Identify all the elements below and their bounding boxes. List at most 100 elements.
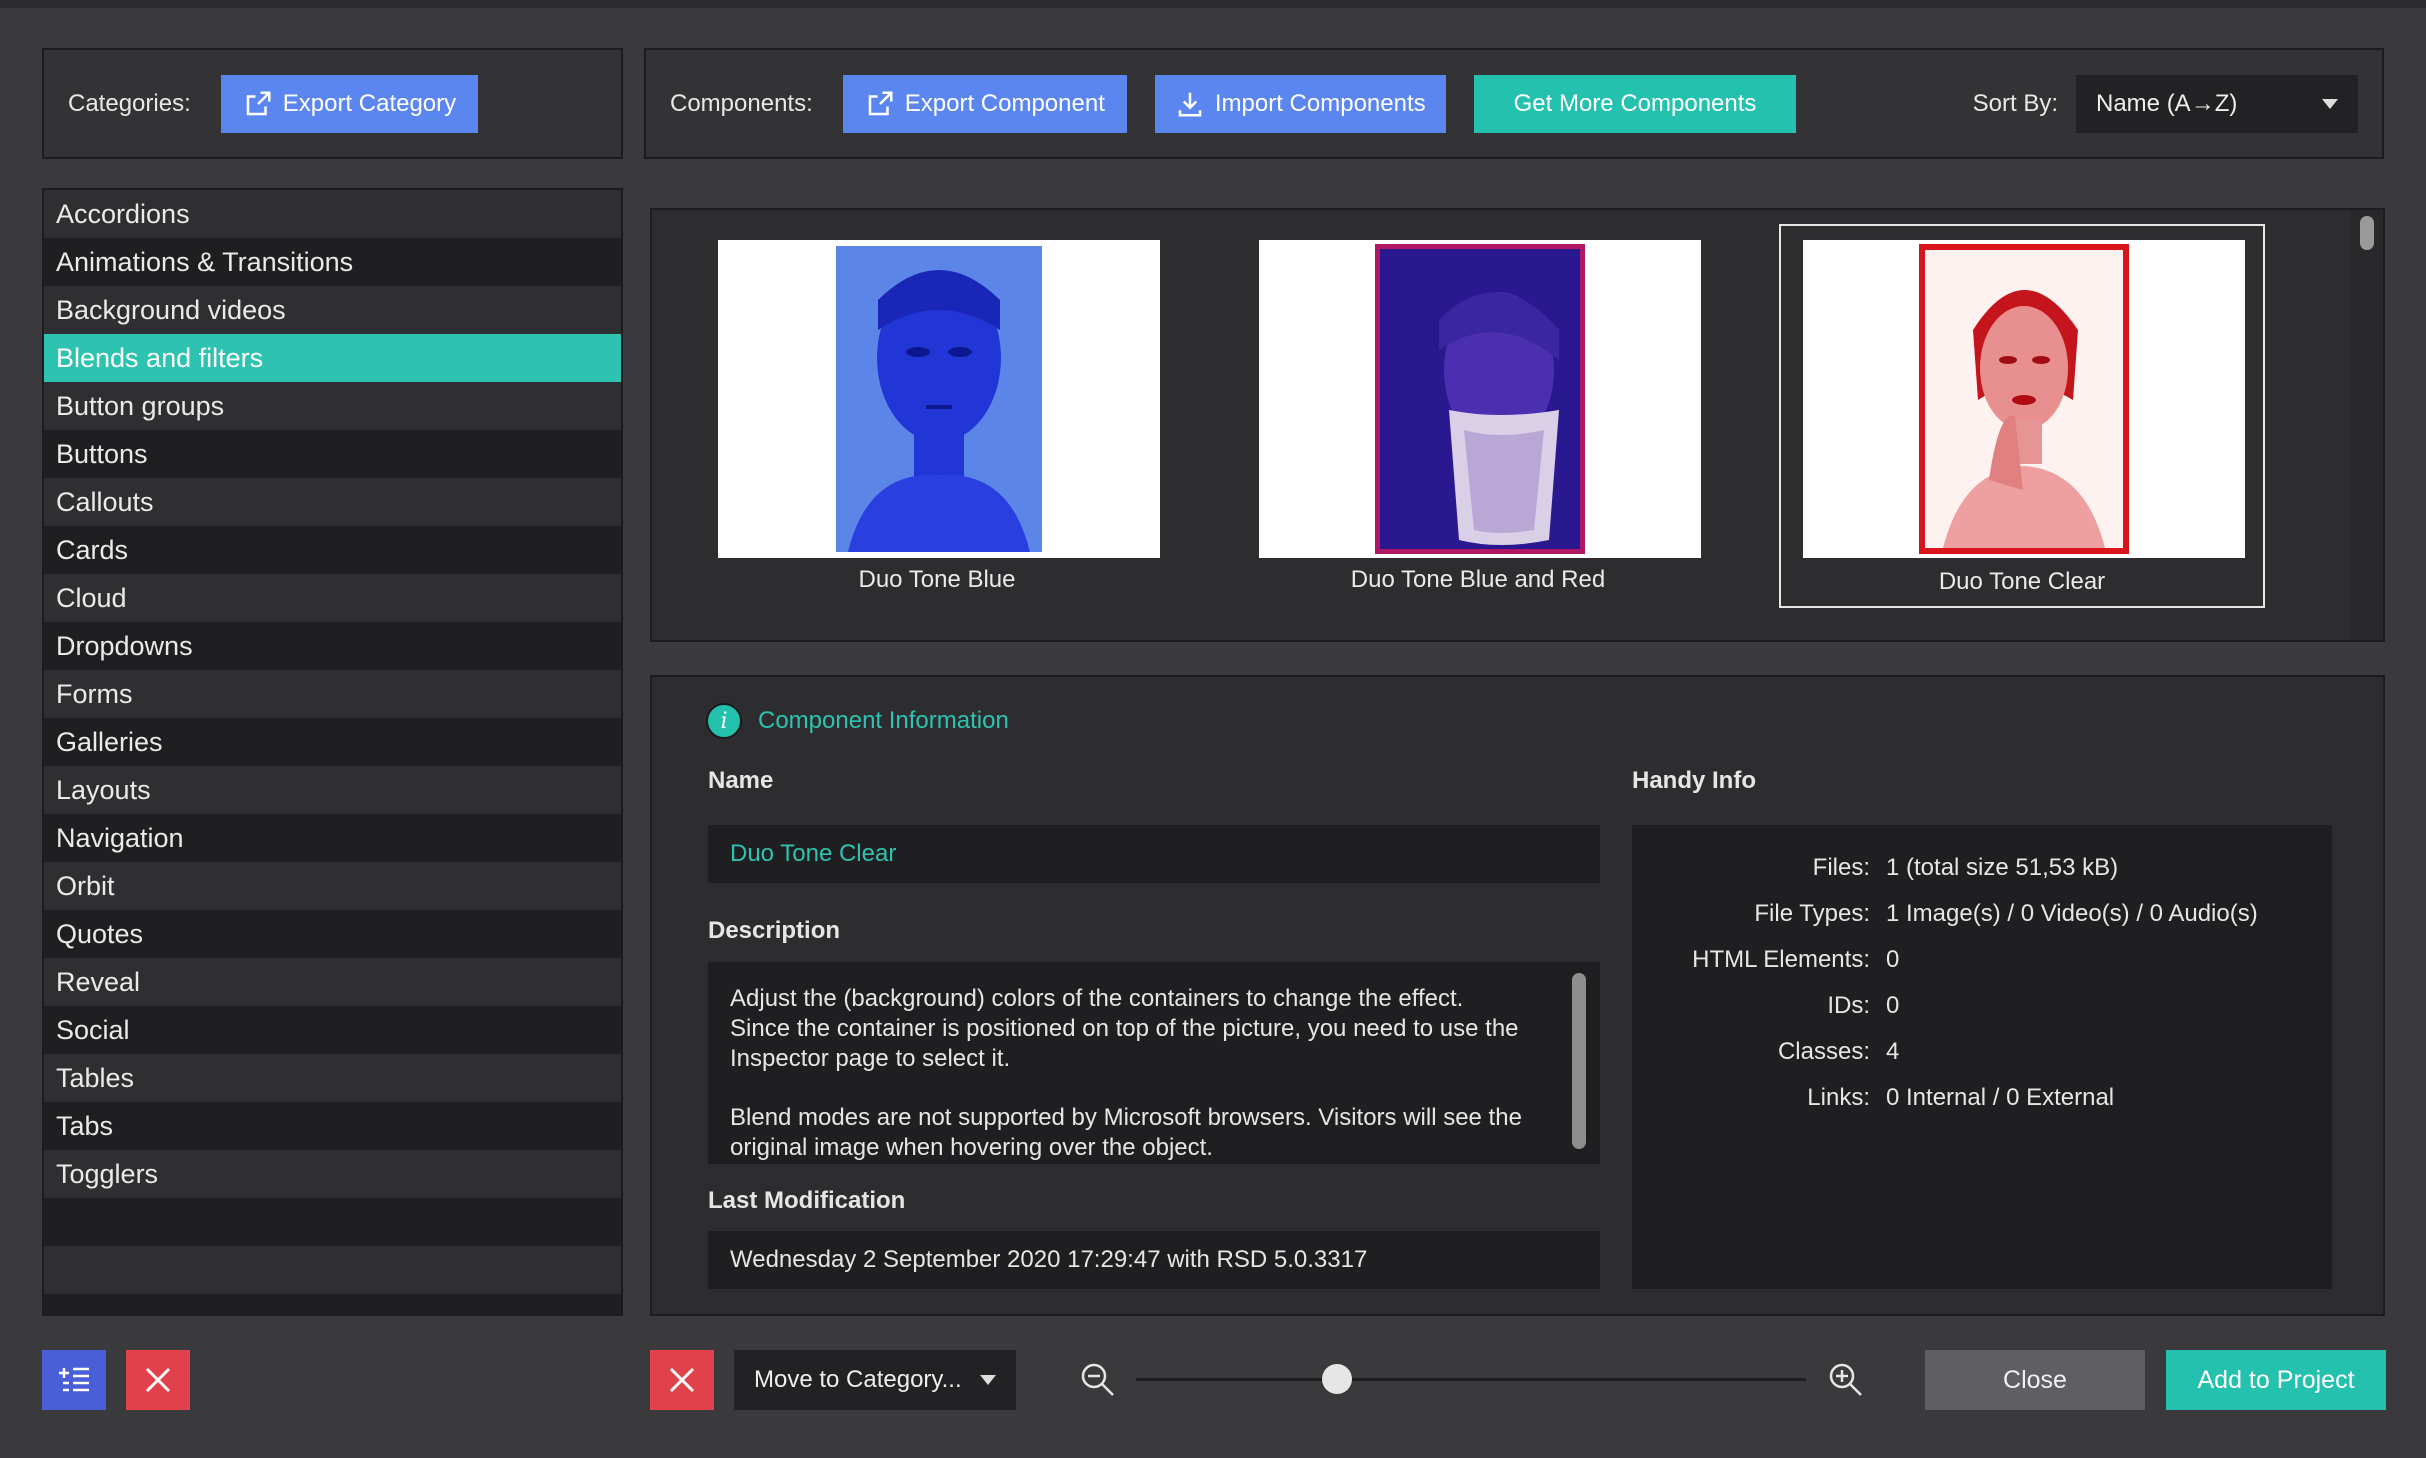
close-icon [145,1367,171,1393]
name-field[interactable]: Duo Tone Clear [708,825,1600,883]
sort-by-label: Sort By: [1972,89,2058,117]
window-top-edge [0,0,2426,8]
handy-value: 0 Internal / 0 External [1886,1084,2115,1111]
handy-key: Classes: [1777,1038,1870,1065]
component-thumbnail [1259,240,1701,558]
category-item[interactable]: Button groups [44,382,621,430]
component-label: Duo Tone Clear [1938,568,2106,595]
export-category-label: Export Category [282,89,457,117]
component-card[interactable]: Duo Tone Blue and Red [1235,224,1721,608]
handy-row-links: Links: 0 Internal / 0 External [1632,1075,2332,1121]
component-information-title: Component Information [758,707,1009,734]
category-empty-row [44,1198,621,1246]
category-item[interactable]: Tables [44,1054,621,1102]
import-components-button[interactable]: Import Components [1154,74,1446,133]
category-item[interactable]: Layouts [44,766,621,814]
category-item[interactable]: Cloud [44,574,621,622]
add-to-project-button[interactable]: Add to Project [2166,1350,2386,1410]
handy-row-html-elements: HTML Elements: 0 [1632,937,2332,983]
external-link-icon [868,91,893,115]
handy-info-box: Files: 1 (total size 51,53 kB) File Type… [1632,825,2332,1289]
blue-red-duotone-portrait-image [1259,240,1701,558]
close-button[interactable]: Close [1925,1350,2145,1410]
component-thumbnail [718,240,1160,558]
delete-category-button[interactable] [126,1350,190,1410]
get-more-components-button[interactable]: Get More Components [1473,74,1797,133]
component-information-panel: i Component Information Name Duo Tone Cl… [650,675,2385,1316]
handy-row-files: Files: 1 (total size 51,53 kB) [1632,845,2332,891]
category-item[interactable]: Dropdowns [44,622,621,670]
export-component-button[interactable]: Export Component [842,74,1127,133]
info-icon: i [706,703,742,739]
description-label: Description [708,917,841,944]
description-field[interactable]: Adjust the (background) colors of the co… [708,962,1600,1164]
add-category-button[interactable] [42,1350,106,1410]
category-empty-row [44,1294,621,1314]
category-item[interactable]: Galleries [44,718,621,766]
handy-key: Links: [1807,1084,1870,1111]
chevron-down-icon [980,1375,996,1385]
components-toolbar: Components: Export Component Import Comp… [644,48,2384,159]
components-scrollbar[interactable] [2351,210,2383,640]
delete-component-button[interactable] [650,1350,714,1410]
download-icon [1178,92,1202,116]
category-item[interactable]: Accordions [44,190,621,238]
zoom-out-icon[interactable] [1080,1362,1116,1398]
component-label: Duo Tone Blue [858,566,1016,593]
scrollbar-thumb[interactable] [2360,216,2374,250]
handy-row-ids: IDs: 0 [1632,983,2332,1029]
category-item-selected[interactable]: Blends and filters [44,334,621,382]
move-to-category-label: Move to Category... [754,1366,962,1393]
category-item[interactable]: Reveal [44,958,621,1006]
handy-value: 0 [1886,992,1900,1019]
export-category-button[interactable]: Export Category [220,74,479,133]
component-card[interactable]: Duo Tone Blue [694,224,1180,608]
category-item[interactable]: Quotes [44,910,621,958]
category-empty-row [44,1246,621,1294]
components-grid: Duo Tone Blue Duo Tone Blue and Red Duo … [650,208,2385,642]
category-item[interactable]: Animations & Transitions [44,238,621,286]
handy-value: 1 Image(s) / 0 Video(s) / 0 Audio(s) [1886,900,2258,927]
handy-info-label: Handy Info [1632,767,1756,794]
categories-toolbar: Categories: Export Category [42,48,623,159]
add-list-icon [59,1367,89,1392]
zoom-in-icon[interactable] [1828,1362,1864,1398]
description-paragraph: Blend modes are not supported by Microso… [730,1104,1522,1161]
move-to-category-select[interactable]: Move to Category... [734,1350,1016,1410]
category-item[interactable]: Callouts [44,478,621,526]
handy-value: 0 [1886,946,1900,973]
categories-label: Categories: [68,89,191,117]
handy-key: Files: [1812,854,1870,881]
handy-row-file-types: File Types: 1 Image(s) / 0 Video(s) / 0 … [1632,891,2332,937]
components-label: Components: [670,89,813,117]
last-modification-field: Wednesday 2 September 2020 17:29:47 with… [708,1231,1600,1289]
category-item[interactable]: Social [44,1006,621,1054]
category-list: Accordions Animations & Transitions Back… [42,188,623,1316]
category-item[interactable]: Tabs [44,1102,621,1150]
red-duotone-portrait-image [1803,240,2245,558]
category-item[interactable]: Forms [44,670,621,718]
handy-key: File Types: [1754,900,1870,927]
blue-duotone-portrait-image [718,240,1160,558]
last-modification-label: Last Modification [708,1187,906,1214]
sort-by-select[interactable]: Name (A→Z) [2076,74,2358,133]
category-item[interactable]: Buttons [44,430,621,478]
handy-row-classes: Classes: 4 [1632,1029,2332,1075]
close-icon [669,1367,695,1393]
sort-by-value: Name (A→Z) [2096,89,2238,117]
category-item[interactable]: Togglers [44,1150,621,1198]
name-label: Name [708,767,774,794]
category-item[interactable]: Background videos [44,286,621,334]
component-card-selected[interactable]: Duo Tone Clear [1779,224,2265,608]
zoom-slider-track[interactable] [1136,1378,1806,1381]
category-item[interactable]: Cards [44,526,621,574]
import-components-label: Import Components [1214,89,1426,117]
component-thumbnail [1803,240,2245,558]
category-item[interactable]: Orbit [44,862,621,910]
category-item[interactable]: Navigation [44,814,621,862]
description-paragraph: Adjust the (background) colors of the co… [730,985,1519,1072]
component-label: Duo Tone Blue and Red [1350,566,1606,593]
description-scrollbar[interactable] [1572,973,1586,1149]
zoom-slider-knob[interactable] [1322,1364,1352,1394]
external-link-icon [246,91,271,115]
